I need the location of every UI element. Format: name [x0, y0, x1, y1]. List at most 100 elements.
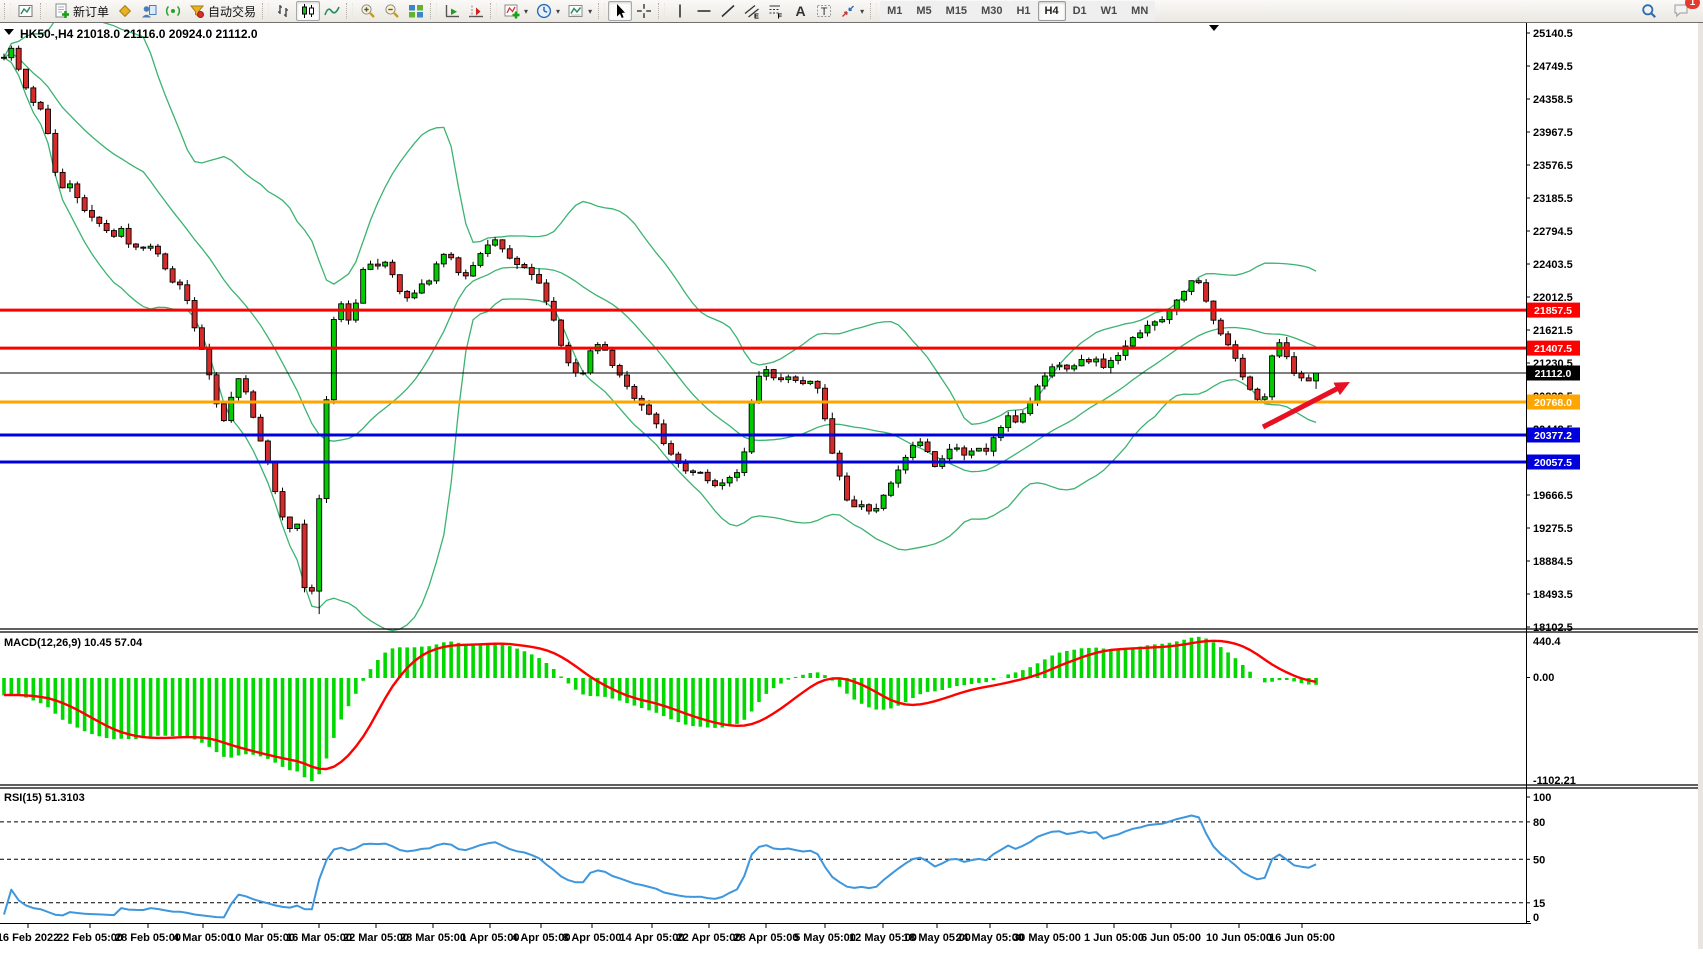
- chart-window[interactable]: 25140.5 24749.5 24358.5 23967.5 23576.5 23185…: [0, 14, 1703, 949]
- timeframe-m1-button[interactable]: M1: [880, 1, 910, 21]
- search-button[interactable]: [1637, 1, 1661, 21]
- svg-text:F: F: [778, 12, 783, 20]
- time-tick-label: 6 Jun 05:00: [1141, 932, 1201, 944]
- new-order-button-label: 新订单: [73, 4, 110, 19]
- equidistant-channel-button[interactable]: E: [740, 1, 764, 21]
- time-tick-label: 22 Apr 05:00: [676, 932, 741, 944]
- zoom-in-icon: [360, 3, 376, 19]
- trendline-button[interactable]: [716, 1, 740, 21]
- time-tick-label: 28 Mar 05:00: [400, 932, 466, 944]
- price-tick-label: 22794.5: [1533, 226, 1573, 238]
- timeframe-mn-button[interactable]: MN: [1124, 1, 1156, 21]
- signals-button[interactable]: [161, 1, 185, 21]
- time-tick-label: 14 Apr 05:00: [619, 932, 684, 944]
- toolbar-grip: [430, 3, 438, 19]
- timeframe-h1-button[interactable]: H1: [1009, 1, 1038, 21]
- chevron-down-icon: ▾: [556, 6, 561, 16]
- time-tick-label: 16 Jun 05:00: [1269, 932, 1335, 944]
- signal-icon: [165, 3, 181, 19]
- ind-plus-icon: [504, 3, 520, 19]
- new-order-button[interactable]: 新订单: [50, 1, 113, 21]
- arrows-button[interactable]: ▾: [836, 1, 868, 21]
- clock-icon: [536, 3, 552, 19]
- price-line-badge: 21112.0: [1535, 368, 1572, 380]
- auto-scroll-button[interactable]: [440, 1, 464, 21]
- toolbar-grip: [4, 3, 11, 19]
- timeframe-w1-button[interactable]: W1: [1093, 1, 1125, 21]
- textT-icon: T: [816, 3, 832, 19]
- chart-doc-icon: [18, 3, 34, 19]
- chevron-down-icon: ▾: [860, 6, 865, 16]
- price-tick-label: 18884.5: [1533, 556, 1573, 568]
- data-window-button[interactable]: [137, 1, 161, 21]
- tile-windows-button[interactable]: [404, 1, 428, 21]
- tiles-icon: [408, 3, 424, 19]
- chart-canvas[interactable]: 25140.5 24749.5 24358.5 23967.5 23576.5 23185…: [0, 14, 1703, 949]
- candles-icon: [300, 3, 316, 19]
- rsi-axis-label: 15: [1533, 898, 1545, 910]
- text-button[interactable]: A: [788, 1, 812, 21]
- shift-icon: [468, 3, 484, 19]
- timeframe-h4-button[interactable]: H4: [1037, 1, 1066, 21]
- time-tick-label: 22 Feb 05:00: [57, 932, 123, 944]
- macd-axis-label: 440.4: [1533, 636, 1561, 648]
- trend-icon: [720, 3, 736, 19]
- templates-button[interactable]: ▾: [564, 1, 596, 21]
- crosshair-button[interactable]: [632, 1, 656, 21]
- autotrading-button[interactable]: 自动交易: [185, 1, 260, 21]
- autotrading-button-label: 自动交易: [208, 4, 257, 19]
- toolbar-grip: [262, 3, 270, 19]
- chevron-down-icon: ▾: [524, 6, 529, 16]
- price-tick-label: 22403.5: [1533, 259, 1573, 271]
- macd-axis-label: -1102.21: [1533, 775, 1576, 787]
- cursor-button[interactable]: [608, 1, 633, 21]
- zoom-in-button[interactable]: [356, 1, 380, 21]
- time-tick-label: 4 Mar 05:00: [173, 932, 233, 944]
- price-line-badge: 20768.0: [1534, 397, 1572, 409]
- trader-icon: [141, 3, 157, 19]
- marketwatch-button[interactable]: [113, 1, 137, 21]
- notification-count-badge: 1: [1685, 0, 1700, 9]
- time-tick-label: 16 Feb 2022: [0, 932, 59, 944]
- svg-text:A: A: [796, 3, 806, 19]
- channel-icon: E: [744, 3, 760, 21]
- fibonacci-button[interactable]: F: [764, 1, 788, 21]
- price-line-badge: 21857.5: [1534, 305, 1572, 317]
- timeframe-m15-button[interactable]: M15: [938, 1, 975, 21]
- price-tick-label: 23185.5: [1533, 193, 1573, 205]
- rsi-axis-label: 80: [1533, 817, 1545, 829]
- time-tick-label: 5 May 05:00: [794, 932, 856, 944]
- rsi-label: RSI(15) 51.3103: [4, 792, 85, 804]
- chart-title: HK50-,H4 21018.0 21116.0 20924.0 21112.0: [20, 27, 258, 41]
- zoom-out-button[interactable]: [380, 1, 404, 21]
- price-tick-label: 18493.5: [1533, 589, 1573, 601]
- bar-chart-button[interactable]: [272, 1, 296, 21]
- svg-text:T: T: [821, 6, 828, 18]
- toolbar: 新订单 自动交易 ▾ ▾ ▾ E F A T ▾ M1 M5 M15 M30 H1 H4 D1 W1 MN 1: [0, 0, 1703, 23]
- line-chart-button[interactable]: [320, 1, 344, 21]
- indicators-button[interactable]: ▾: [500, 1, 532, 21]
- price-line-badge: 20057.5: [1534, 457, 1572, 469]
- toolbar-grip: [490, 3, 498, 19]
- timeframe-d1-button[interactable]: D1: [1065, 1, 1094, 21]
- candle-chart-button[interactable]: [296, 1, 321, 21]
- svg-text:E: E: [754, 12, 759, 20]
- timeframe-m30-button[interactable]: M30: [974, 1, 1010, 21]
- periods-button[interactable]: ▾: [532, 1, 564, 21]
- text-label-button[interactable]: T: [812, 1, 836, 21]
- charts-list-button[interactable]: [14, 1, 38, 21]
- macd-axis-label: 0.00: [1533, 672, 1554, 684]
- price-tick-label: 24749.5: [1533, 61, 1573, 73]
- autoscroll-icon: [444, 3, 460, 19]
- horizontal-line-button[interactable]: [692, 1, 716, 21]
- window-edge: [1698, 23, 1703, 949]
- time-tick-label: 1 Jun 05:00: [1084, 932, 1144, 944]
- price-tick-label: 19666.5: [1533, 490, 1573, 502]
- chevron-down-icon: ▾: [588, 6, 593, 16]
- arrows-icon: [840, 3, 856, 19]
- chart-shift-button[interactable]: [464, 1, 488, 21]
- vertical-line-button[interactable]: [668, 1, 692, 21]
- price-line-badge: 21407.5: [1534, 343, 1572, 355]
- toolbar-grip: [40, 3, 47, 19]
- timeframe-m5-button[interactable]: M5: [909, 1, 939, 21]
